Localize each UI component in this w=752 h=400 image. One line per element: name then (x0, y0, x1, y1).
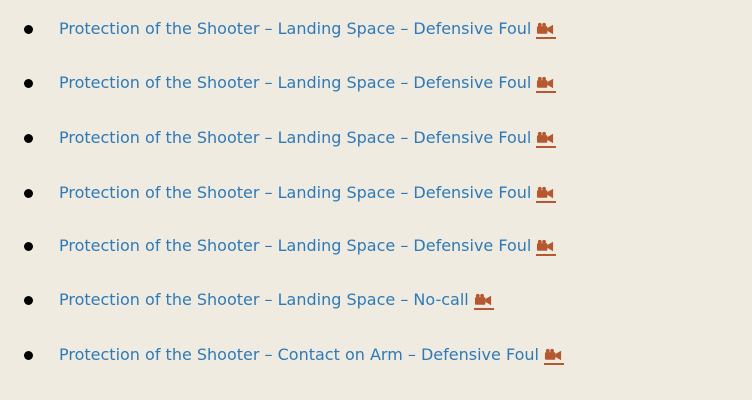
video-camera-icon (537, 76, 554, 88)
list-item-content: Protection of the Shooter – Landing Spac… (59, 234, 557, 258)
video-link[interactable] (536, 75, 557, 93)
video-camera-icon (537, 131, 554, 143)
list-item-label: Protection of the Shooter – Contact on A… (59, 345, 539, 364)
bullet-icon (24, 79, 33, 88)
list-item-content: Protection of the Shooter – Landing Spac… (59, 17, 557, 41)
video-link[interactable] (536, 21, 557, 39)
list-item-content: Protection of the Shooter – Landing Spac… (59, 288, 494, 312)
list-item-label: Protection of the Shooter – Landing Spac… (59, 19, 532, 38)
video-link[interactable] (473, 292, 494, 310)
list-item-label: Protection of the Shooter – Landing Spac… (59, 290, 469, 309)
bullet-icon (24, 296, 33, 305)
list-item-content: Protection of the Shooter – Landing Spac… (59, 71, 557, 95)
video-link[interactable] (543, 347, 564, 365)
video-camera-icon (537, 186, 554, 198)
list-item-label: Protection of the Shooter – Landing Spac… (59, 73, 532, 92)
video-link[interactable] (536, 130, 557, 148)
bullet-icon (24, 25, 33, 34)
list-item-label: Protection of the Shooter – Landing Spac… (59, 128, 532, 147)
list-item-content: Protection of the Shooter – Contact on A… (59, 343, 564, 367)
bullet-icon (24, 134, 33, 143)
video-camera-icon (537, 239, 554, 251)
list-item-content: Protection of the Shooter – Landing Spac… (59, 126, 557, 150)
bullet-icon (24, 189, 33, 198)
list-item-content: Protection of the Shooter – Landing Spac… (59, 181, 557, 205)
bullet-icon (24, 242, 33, 251)
list-item-label: Protection of the Shooter – Landing Spac… (59, 183, 532, 202)
bullet-icon (24, 351, 33, 360)
video-link[interactable] (536, 185, 557, 203)
video-link[interactable] (536, 238, 557, 256)
video-clip-list: Protection of the Shooter – Landing Spac… (0, 0, 752, 400)
video-camera-icon (474, 293, 491, 305)
video-camera-icon (544, 348, 562, 360)
video-camera-icon (537, 22, 554, 34)
list-item-label: Protection of the Shooter – Landing Spac… (59, 236, 532, 255)
